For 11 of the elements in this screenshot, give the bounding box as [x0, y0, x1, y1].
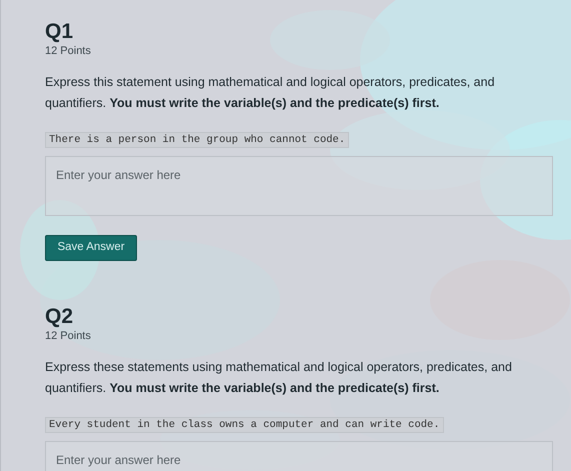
question-title: Q1	[45, 20, 74, 44]
question-prompt: Express this statement using mathematical and logical operators, predicates, and quantifiers. You must write the variable(s) and the predicate(s) first.	[45, 74, 496, 112]
code-statement: There is a person in the group who cannot code.	[45, 132, 350, 148]
question-title: Q2	[45, 305, 74, 329]
question-prompt: Express these statements using mathematical and logical operators, predicates, and quantifiers. You must write the variable(s) and the predicate(s) first.	[45, 359, 513, 397]
code-statement: Every student in the class owns a computer and can write code.	[45, 417, 444, 433]
answer-field[interactable]: Enter your answer here	[45, 156, 553, 216]
points-label: 12 Points	[45, 44, 91, 58]
points-label: 12 Points	[45, 329, 91, 343]
answer-field[interactable]: Enter your answer here	[45, 441, 553, 471]
save-answer-button[interactable]: Save Answer	[45, 235, 137, 261]
